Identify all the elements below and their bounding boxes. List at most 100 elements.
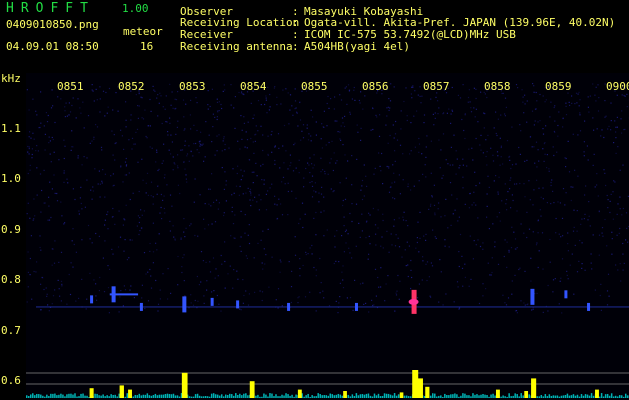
noise-speckle — [553, 106, 555, 109]
noise-speckle — [524, 160, 526, 162]
activity-noise-bar — [124, 396, 126, 398]
activity-noise-bar — [96, 393, 98, 398]
noise-speckle — [562, 235, 564, 237]
noise-speckle — [564, 157, 566, 159]
noise-speckle — [315, 275, 317, 277]
noise-speckle — [374, 268, 377, 270]
noise-speckle — [495, 175, 497, 177]
noise-speckle — [417, 94, 419, 96]
activity-noise-bar — [307, 393, 309, 398]
noise-speckle — [546, 202, 548, 204]
noise-speckle — [336, 230, 338, 232]
noise-speckle — [538, 187, 540, 189]
noise-speckle — [534, 120, 536, 122]
noise-speckle — [531, 110, 534, 112]
activity-noise-bar — [309, 396, 311, 398]
noise-speckle — [274, 159, 276, 162]
activity-noise-bar — [239, 393, 241, 398]
noise-speckle — [291, 105, 293, 107]
noise-speckle — [519, 153, 521, 155]
noise-speckle — [277, 288, 280, 290]
noise-speckle — [484, 113, 486, 115]
noise-speckle — [522, 96, 524, 98]
noise-speckle — [616, 94, 618, 96]
noise-speckle — [50, 216, 52, 219]
noise-speckle — [503, 255, 505, 258]
activity-noise-bar — [76, 396, 78, 398]
noise-speckle — [78, 213, 80, 215]
noise-speckle — [367, 258, 369, 260]
meteor-count-label: meteor — [123, 25, 163, 38]
noise-speckle — [546, 167, 548, 169]
noise-speckle — [363, 164, 365, 166]
noise-speckle — [30, 235, 32, 237]
noise-speckle — [36, 194, 38, 196]
noise-speckle — [112, 185, 114, 187]
noise-speckle — [301, 202, 304, 204]
noise-speckle — [218, 110, 220, 112]
noise-speckle — [537, 121, 539, 123]
info-value-antenna: A504HB(yagi 4el) — [304, 40, 410, 53]
noise-speckle — [102, 90, 105, 92]
noise-speckle — [155, 242, 157, 244]
noise-speckle — [344, 87, 346, 89]
noise-speckle — [486, 164, 488, 166]
activity-noise-bar — [196, 393, 199, 398]
noise-speckle — [74, 198, 76, 201]
noise-speckle — [28, 148, 30, 150]
noise-speckle — [520, 223, 522, 225]
noise-speckle — [138, 221, 140, 224]
noise-speckle — [461, 118, 463, 121]
noise-speckle — [31, 298, 33, 300]
noise-speckle — [524, 304, 526, 306]
noise-speckle — [183, 116, 185, 118]
noise-speckle — [70, 262, 72, 264]
noise-speckle — [157, 169, 159, 172]
noise-speckle — [289, 109, 291, 111]
noise-speckle — [530, 257, 532, 259]
noise-speckle — [205, 121, 207, 123]
noise-speckle — [386, 165, 388, 168]
activity-noise-bar — [194, 394, 197, 398]
noise-speckle — [234, 127, 236, 129]
noise-speckle — [115, 92, 117, 94]
noise-speckle — [213, 201, 215, 203]
noise-speckle — [163, 195, 165, 197]
x-tick-label: 0858 — [484, 80, 511, 93]
noise-speckle — [464, 276, 466, 278]
noise-speckle — [104, 219, 106, 221]
noise-speckle — [497, 193, 499, 195]
noise-speckle — [163, 177, 166, 179]
noise-speckle — [165, 121, 167, 123]
noise-speckle — [170, 134, 172, 136]
activity-noise-bar — [331, 394, 334, 398]
noise-speckle — [246, 147, 248, 149]
noise-speckle — [63, 181, 65, 183]
noise-speckle — [440, 216, 442, 218]
noise-speckle — [566, 274, 568, 276]
noise-speckle — [334, 120, 336, 122]
activity-noise-bar — [385, 393, 388, 398]
noise-speckle — [304, 296, 307, 298]
noise-speckle — [184, 128, 186, 130]
noise-speckle — [31, 153, 33, 156]
noise-speckle — [511, 280, 513, 282]
noise-speckle — [429, 295, 431, 297]
noise-speckle — [507, 297, 510, 299]
activity-noise-bar — [78, 396, 80, 398]
noise-speckle — [482, 248, 484, 250]
noise-speckle — [152, 251, 155, 253]
noise-speckle — [612, 218, 614, 220]
noise-speckle — [128, 257, 130, 259]
noise-speckle — [280, 261, 282, 263]
noise-speckle — [308, 164, 310, 166]
noise-speckle — [288, 123, 290, 125]
noise-speckle — [158, 233, 160, 235]
noise-speckle — [523, 232, 525, 234]
noise-speckle — [104, 240, 106, 242]
noise-speckle — [576, 102, 578, 104]
noise-speckle — [419, 237, 421, 239]
noise-speckle — [408, 245, 410, 247]
noise-speckle — [606, 290, 609, 292]
noise-speckle — [419, 95, 421, 97]
